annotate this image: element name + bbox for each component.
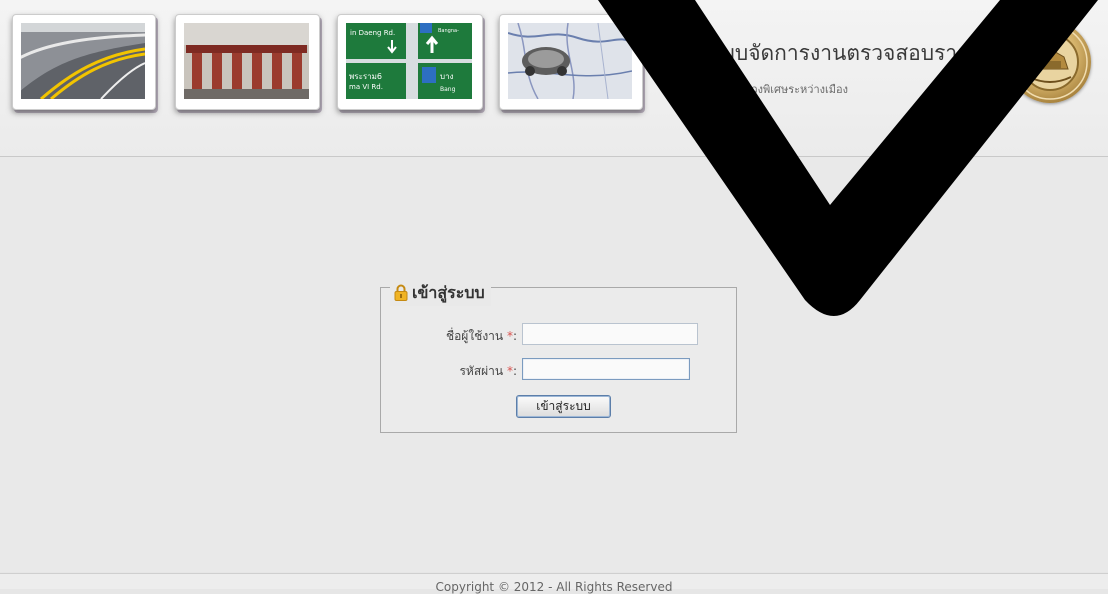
sign-text-4: ma VI Rd. [349,83,383,91]
login-legend: เข้าสู่ระบบ [390,281,491,306]
lock-icon [394,284,408,305]
sign-text-2: Bangna- [438,28,459,34]
username-label: ชื่อผู้ใช้งาน *: [446,327,517,346]
page-footer: Copyright © 2012 - All Rights Reserved [0,573,1108,594]
page-header: in Daeng Rd. Bangna- พระราม6 ma VI Rd. บ… [0,0,1108,157]
app-title: ระบบจัดการงานตรวจสอบรายได้ [699,41,994,65]
username-input[interactable] [522,323,698,345]
password-label-text: รหัสผ่าน [459,364,504,378]
organization-name: กรมทางหลวง [700,106,765,119]
department-seal-logo [1009,21,1091,103]
sign-text-1: in Daeng Rd. [350,29,395,37]
password-label: รหัสผ่าน *: [459,362,517,381]
password-label-colon: : [512,364,517,378]
highway-curve-image [12,14,156,110]
road-signs-image: in Daeng Rd. Bangna- พระราม6 ma VI Rd. บ… [337,14,483,110]
sign-text-5: บาง [440,72,454,81]
sign-text-3: พระราม6 [349,72,382,81]
password-input[interactable] [522,358,690,380]
department-name: กองทางหลวงพิเศษระหว่างเมือง [700,83,849,96]
login-button[interactable]: เข้าสู่ระบบ [516,395,611,418]
route-map-image [499,14,643,110]
sign-text-6: Bang [440,86,456,93]
copyright-text: Copyright © 2012 - All Rights Reserved [435,580,673,594]
login-legend-text: เข้าสู่ระบบ [412,283,485,302]
username-label-text: ชื่อผู้ใช้งาน [445,329,504,343]
toll-plaza-image [175,14,320,110]
username-label-colon: : [512,329,517,343]
